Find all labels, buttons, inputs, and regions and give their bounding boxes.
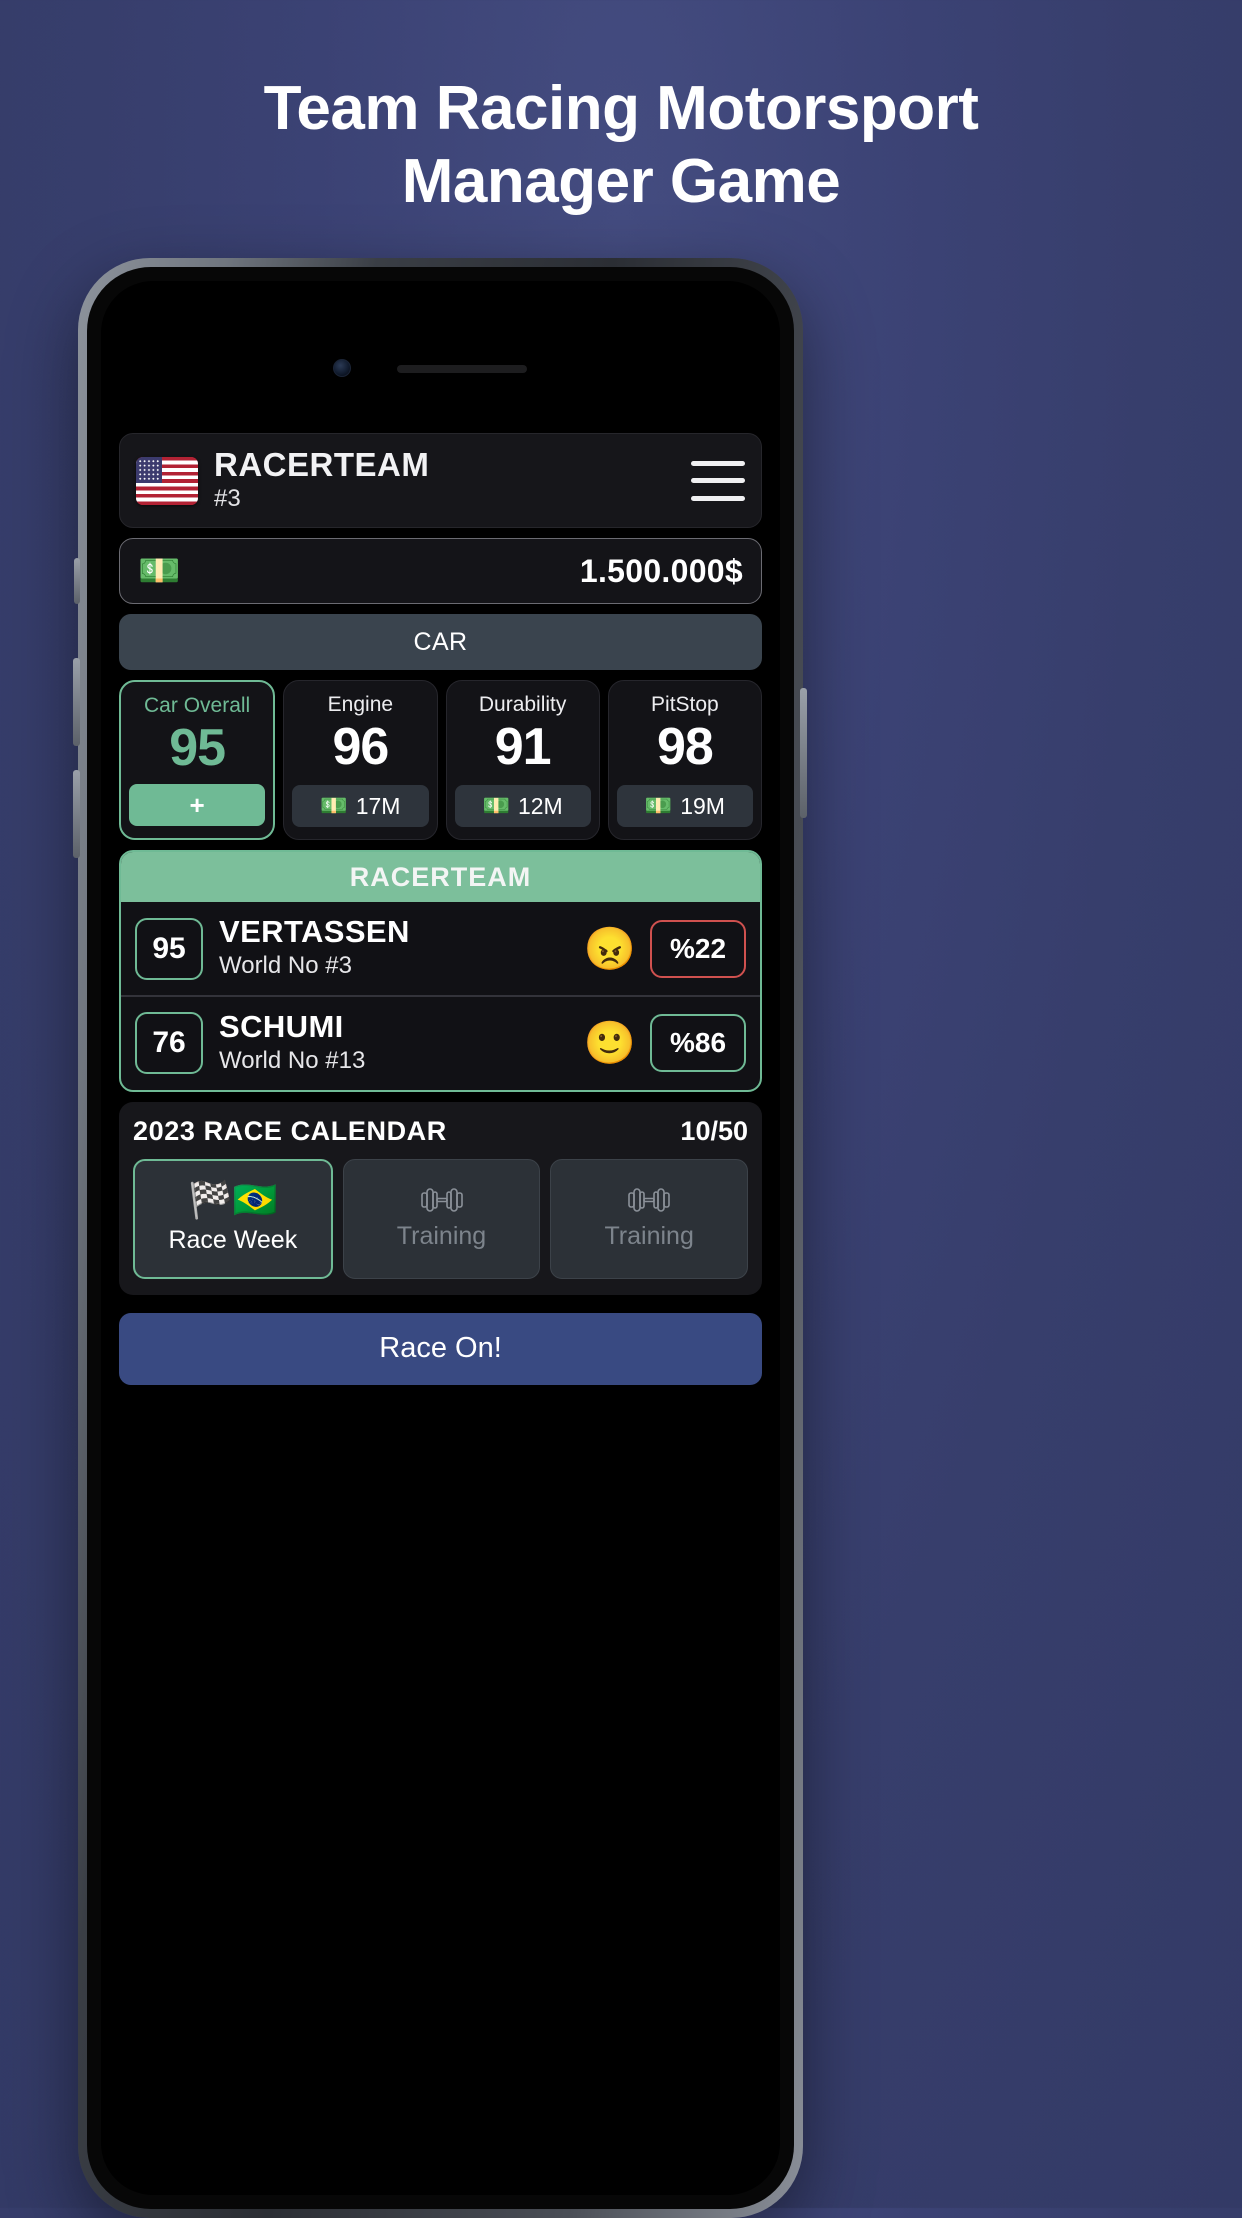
phone-body: RACERTEAM #3 💵 1.500.000$ CAR Car Overal… — [73, 258, 807, 2218]
driver-name: VERTASSEN — [219, 914, 410, 950]
calendar-item-training-2[interactable]: Training — [550, 1158, 749, 1279]
driver-morale-badge: %22 — [650, 919, 746, 978]
race-calendar-title: 2023 RACE CALENDAR — [133, 1115, 447, 1146]
race-on-button[interactable]: Race On! — [119, 1312, 762, 1385]
tab-car[interactable]: CAR — [119, 614, 762, 671]
driver-row[interactable]: 95 VERTASSEN World No #3 😠 %22 — [121, 902, 760, 995]
stat-card-car-overall[interactable]: Car Overall 95 + — [119, 680, 276, 841]
angry-face-icon: 😠 — [583, 924, 636, 972]
money-amount: 1.500.000$ — [579, 552, 743, 589]
money-icon: 💵 — [644, 793, 673, 819]
phone-bezel: RACERTEAM #3 💵 1.500.000$ CAR Car Overal… — [87, 267, 794, 2209]
race-calendar-progress: 10/50 — [680, 1115, 748, 1146]
driver-row[interactable]: 76 SCHUMI World No #13 🙂 %86 — [121, 994, 760, 1090]
driver-world-rank: World No #13 — [219, 1046, 366, 1074]
money-icon: 💵 — [482, 793, 510, 819]
stat-cost-button[interactable]: 💵 12M — [454, 785, 591, 828]
stat-value: 95 — [169, 718, 226, 777]
calendar-item-training-1[interactable]: Training — [342, 1158, 541, 1279]
calendar-item-race-week[interactable]: 🏁🇧🇷 Race Week — [133, 1158, 333, 1279]
app-content: RACERTEAM #3 💵 1.500.000$ CAR Car Overal… — [101, 433, 780, 1385]
phone-mockup: RACERTEAM #3 💵 1.500.000$ CAR Car Overal… — [73, 258, 1164, 2218]
stat-label: Engine — [327, 693, 394, 717]
us-flag-icon — [136, 456, 198, 505]
stat-card-durability[interactable]: Durability 91 💵 12M — [445, 680, 600, 841]
driver-info: VERTASSEN World No #3 — [219, 916, 584, 981]
stat-value: 91 — [494, 717, 552, 776]
team-name: RACERTEAM — [214, 446, 430, 483]
stat-label: Durability — [478, 693, 567, 717]
calendar-item-label: Race Week — [168, 1226, 298, 1255]
driver-world-rank: World No #3 — [219, 951, 352, 979]
drivers-panel-title: RACERTEAM — [121, 852, 760, 903]
phone-screen: RACERTEAM #3 💵 1.500.000$ CAR Car Overal… — [101, 281, 780, 2195]
team-header[interactable]: RACERTEAM #3 — [119, 433, 762, 529]
calendar-item-label: Training — [604, 1222, 694, 1251]
volume-up-button[interactable] — [73, 658, 80, 746]
promo-line-2: Manager Game — [401, 147, 841, 217]
race-calendar-header: 2023 RACE CALENDAR 10/50 — [133, 1116, 748, 1147]
stat-card-engine[interactable]: Engine 96 💵 17M — [283, 680, 438, 841]
hamburger-menu-icon[interactable] — [691, 460, 745, 501]
dumbbell-icon — [420, 1186, 464, 1214]
money-icon: 💵 — [320, 793, 348, 819]
stat-cost-button[interactable]: 💵 19M — [616, 785, 753, 828]
stat-cost-value: 19M — [680, 792, 725, 819]
stat-value: 98 — [656, 717, 714, 776]
driver-overall: 76 — [135, 1012, 203, 1075]
stat-cost-value: 12M — [517, 792, 563, 819]
race-calendar-panel: 2023 RACE CALENDAR 10/50 🏁🇧🇷 Race Week T… — [119, 1101, 762, 1295]
stat-label: PitStop — [651, 693, 719, 717]
driver-overall: 95 — [135, 917, 203, 980]
upgrade-button[interactable]: + — [129, 784, 266, 827]
stat-value: 96 — [332, 717, 389, 776]
driver-name: SCHUMI — [219, 1008, 344, 1044]
driver-info: SCHUMI World No #13 — [219, 1008, 584, 1076]
driver-morale-badge: %86 — [650, 1014, 746, 1073]
promo-line-1: Team Racing Motorsport — [263, 74, 979, 143]
team-identity: RACERTEAM #3 — [214, 446, 691, 513]
mute-switch[interactable] — [74, 558, 80, 604]
volume-down-button[interactable] — [73, 770, 80, 858]
stat-card-pitstop[interactable]: PitStop 98 💵 19M — [607, 680, 762, 841]
money-icon: 💵 — [138, 552, 181, 591]
smiley-face-icon: 🙂 — [583, 1019, 636, 1067]
power-button[interactable] — [800, 688, 807, 818]
money-bar: 💵 1.500.000$ — [119, 538, 762, 605]
car-stats-row: Car Overall 95 + Engine 96 💵 17M Durabil… — [119, 680, 762, 841]
earpiece-speaker — [397, 365, 527, 373]
checkered-flag-and-brazil-flag-icons: 🏁🇧🇷 — [188, 1179, 278, 1221]
team-rank: #3 — [214, 484, 241, 512]
promo-headline: Team Racing Motorsport Manager Game — [0, 0, 1242, 218]
race-calendar-items: 🏁🇧🇷 Race Week Training Training — [133, 1158, 749, 1279]
stat-cost-button[interactable]: 💵 17M — [292, 785, 429, 828]
dumbbell-icon — [627, 1186, 671, 1214]
drivers-panel: RACERTEAM 95 VERTASSEN World No #3 😠 %22 — [119, 850, 762, 1092]
stat-label: Car Overall — [144, 694, 251, 718]
calendar-item-label: Training — [396, 1222, 487, 1251]
stat-cost-value: 17M — [355, 792, 401, 819]
front-camera-icon — [333, 359, 351, 377]
